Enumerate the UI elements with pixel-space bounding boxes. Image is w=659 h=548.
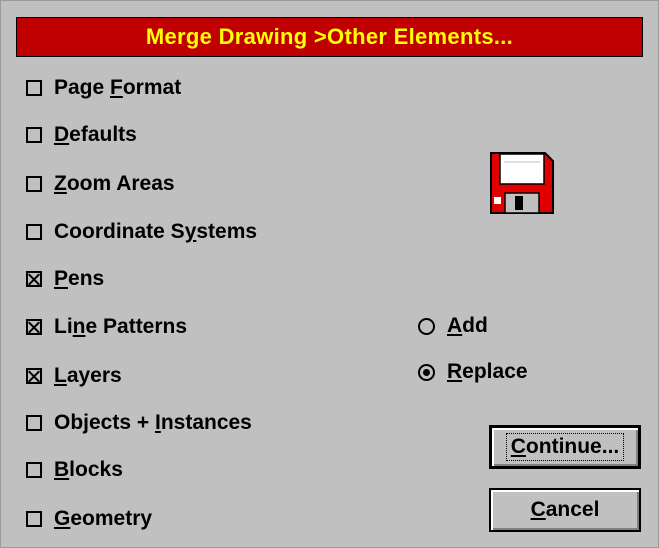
checkbox-blocks[interactable]: Blocks (26, 455, 123, 485)
checkbox-pens[interactable]: Pens (26, 264, 104, 294)
cancel-button-label: Cancel (530, 498, 600, 521)
continue-button[interactable]: Continue... (489, 425, 641, 469)
radio-add[interactable]: Add (418, 311, 488, 341)
checkbox-line-patterns[interactable]: Line Patterns (26, 312, 187, 342)
checkbox-box[interactable] (26, 80, 42, 96)
checkbox-label: Layers (54, 364, 122, 387)
cancel-button[interactable]: Cancel (489, 488, 641, 532)
checkbox-box[interactable] (26, 224, 42, 240)
checkbox-box[interactable] (26, 271, 42, 287)
checkbox-box[interactable] (26, 415, 42, 431)
merge-drawing-dialog: Merge Drawing >Other Elements... Page Fo… (0, 0, 659, 548)
checkbox-defaults[interactable]: Defaults (26, 120, 137, 150)
checkbox-label: Defaults (54, 123, 137, 146)
checkbox-layers[interactable]: Layers (26, 361, 122, 391)
radio-label: Replace (447, 360, 528, 383)
floppy-disk-icon (490, 152, 554, 214)
checkbox-geometry[interactable]: Geometry (26, 504, 152, 534)
checkbox-box[interactable] (26, 319, 42, 335)
checkbox-label: Coordinate Systems (54, 220, 258, 243)
radio-replace[interactable]: Replace (418, 357, 528, 387)
checkbox-box[interactable] (26, 368, 42, 384)
checkbox-objects-instances[interactable]: Objects + Instances (26, 408, 252, 438)
checkbox-box[interactable] (26, 176, 42, 192)
checkbox-label: Page Format (54, 76, 182, 99)
continue-button-label: Continue... (505, 433, 625, 461)
dialog-title: Merge Drawing >Other Elements... (145, 24, 514, 49)
checkbox-zoom-areas[interactable]: Zoom Areas (26, 169, 175, 199)
checkbox-page-format[interactable]: Page Format (26, 73, 181, 103)
radio-label: Add (447, 314, 488, 337)
radio-button[interactable] (418, 363, 435, 381)
checkbox-label: Pens (54, 267, 105, 290)
radio-button[interactable] (418, 317, 435, 335)
checkbox-box[interactable] (26, 511, 42, 527)
checkbox-label: Line Patterns (54, 315, 188, 338)
checkbox-label: Zoom Areas (54, 172, 175, 195)
checkbox-box[interactable] (26, 462, 42, 478)
dialog-title-bar: Merge Drawing >Other Elements... (16, 17, 643, 57)
checkbox-box[interactable] (26, 127, 42, 143)
checkbox-label: Objects + Instances (54, 411, 252, 434)
checkbox-label: Geometry (54, 507, 153, 530)
checkbox-label: Blocks (54, 458, 123, 481)
checkbox-coordinate-systems[interactable]: Coordinate Systems (26, 217, 257, 247)
